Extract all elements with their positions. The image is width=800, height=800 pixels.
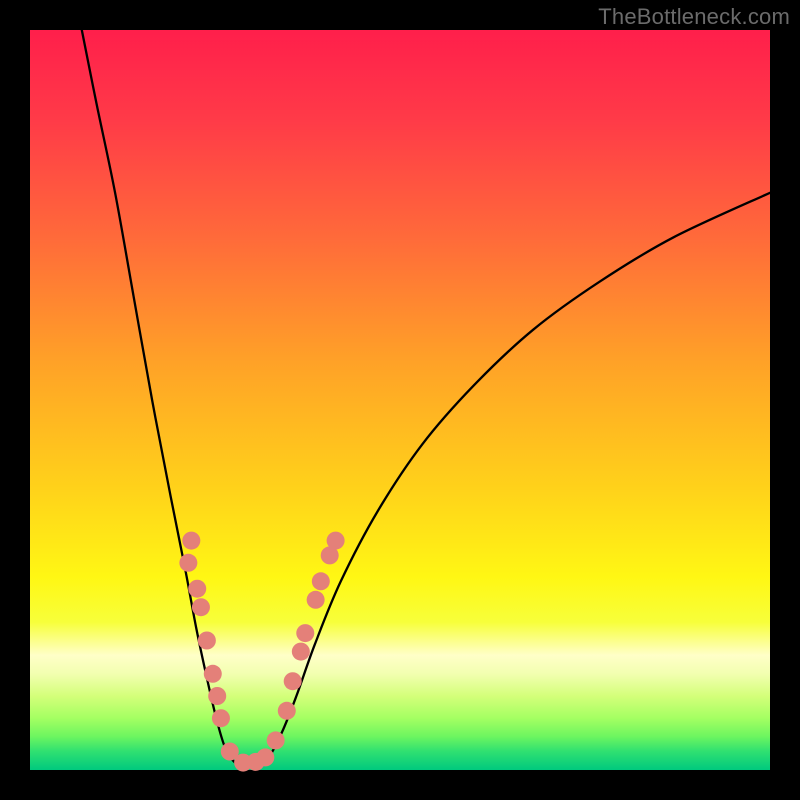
scatter-points: [179, 532, 344, 772]
scatter-point: [327, 532, 345, 550]
scatter-point: [307, 591, 325, 609]
scatter-point: [192, 598, 210, 616]
scatter-point: [212, 709, 230, 727]
scatter-point: [188, 580, 206, 598]
scatter-point: [179, 554, 197, 572]
scatter-point: [182, 532, 200, 550]
scatter-point: [204, 665, 222, 683]
scatter-point: [208, 687, 226, 705]
bottleneck-curve: [82, 30, 770, 766]
scatter-point: [198, 632, 216, 650]
chart-frame: TheBottleneck.com: [0, 0, 800, 800]
scatter-point: [256, 748, 274, 766]
curve-layer: [30, 30, 770, 770]
watermark-text: TheBottleneck.com: [598, 4, 790, 30]
scatter-point: [284, 672, 302, 690]
scatter-point: [292, 643, 310, 661]
scatter-point: [278, 702, 296, 720]
scatter-point: [312, 572, 330, 590]
plot-area: [30, 30, 770, 770]
scatter-point: [296, 624, 314, 642]
scatter-point: [267, 731, 285, 749]
